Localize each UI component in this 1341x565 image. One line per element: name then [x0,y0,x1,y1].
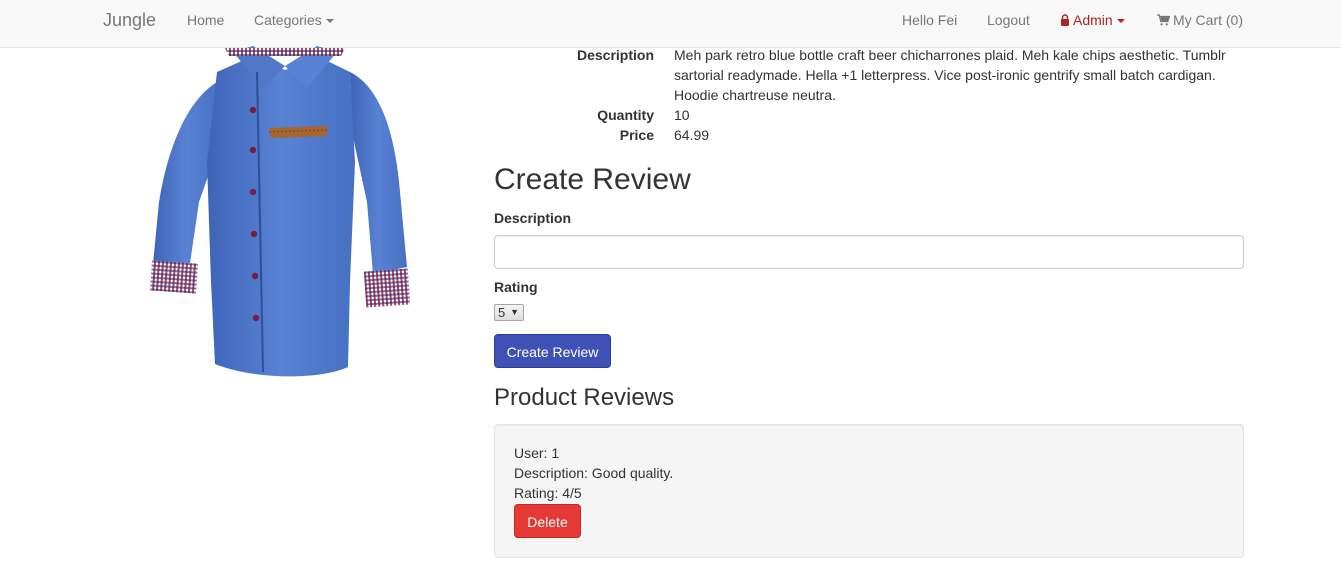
description-line-2: sartorial readymade. Hella +1 letterpres… [674,67,1216,83]
quantity-value: 10 [674,107,690,123]
review-card: User: 1 Description: Good quality. Ratin… [494,424,1244,558]
quantity-term: Quantity [597,107,654,123]
logout-link[interactable]: Logout [987,0,1030,40]
review-description: Description: Good quality. [514,465,674,481]
nav-home-link[interactable]: Home [187,0,224,40]
lock-icon [1061,14,1069,26]
cart-label: My Cart (0) [1173,12,1243,28]
chevron-down-icon [325,19,334,24]
rating-selected-value: 5 [498,305,506,320]
rating-select[interactable]: 5 ▼ [494,304,524,321]
greeting-text: Hello Fei [902,12,958,28]
description-line-1: Meh park retro blue bottle craft beer ch… [674,47,1226,63]
nav-categories-label: Categories [254,12,322,28]
delete-review-button[interactable]: Delete [514,504,581,538]
review-description-label: Description [494,210,572,226]
price-term: Price [619,127,654,143]
brand-link[interactable]: Jungle [103,0,156,40]
product-image [150,46,411,377]
shopping-cart-icon [1157,14,1170,26]
admin-label: Admin [1073,12,1113,28]
create-review-heading: Create Review [494,163,691,196]
top-navbar: Jungle Home Categories Hello Fei Logout … [0,0,1341,48]
review-user: User: 1 [514,445,560,461]
price-value: 64.99 [674,127,710,143]
chevron-down-icon [1116,19,1125,24]
review-rating: Rating: 4/5 [514,485,582,501]
nav-categories-dropdown[interactable]: Categories [254,0,334,40]
review-description-input[interactable] [494,235,1244,269]
admin-dropdown[interactable]: Admin [1060,0,1125,40]
rating-label: Rating [494,279,538,295]
cart-link[interactable]: My Cart (0) [1157,0,1243,40]
create-review-button[interactable]: Create Review [494,334,611,368]
dropdown-arrow-icon: ▼ [510,307,519,317]
description-term: Description [576,47,654,63]
product-reviews-heading: Product Reviews [494,384,675,411]
description-line-3: Hoodie chartreuse neutra. [674,87,836,103]
